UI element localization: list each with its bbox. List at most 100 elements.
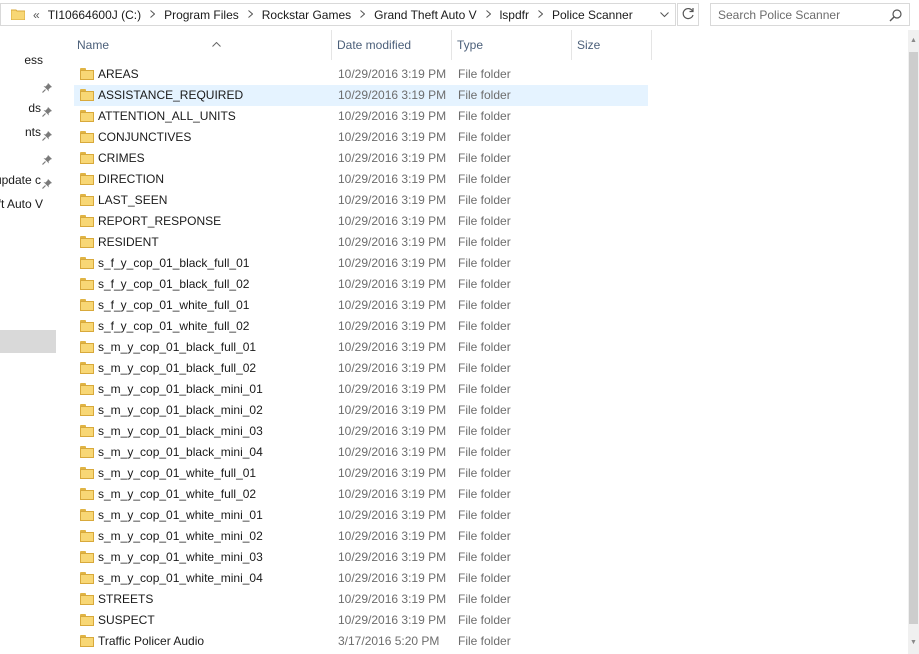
file-name: RESIDENT	[98, 235, 159, 249]
breadcrumb-item[interactable]: TI10664600J (C:)	[48, 8, 141, 22]
column-header-type[interactable]: Type	[452, 30, 572, 60]
search-box[interactable]	[710, 3, 910, 26]
table-row[interactable]: STREETS 10/29/2016 3:19 PM File folder	[74, 589, 648, 610]
nav-item[interactable]	[0, 73, 56, 95]
folder-icon	[80, 635, 94, 647]
chevron-down-icon[interactable]	[653, 4, 675, 25]
table-row[interactable]: s_f_y_cop_01_black_full_02 10/29/2016 3:1…	[74, 274, 648, 295]
breadcrumb-item[interactable]: lspdfr	[500, 8, 529, 22]
table-row[interactable]: s_m_y_cop_01_black_mini_03 10/29/2016 3:1…	[74, 421, 648, 442]
table-row[interactable]: SUSPECT 10/29/2016 3:19 PM File folder	[74, 610, 648, 631]
table-row[interactable]: LAST_SEEN 10/29/2016 3:19 PM File folder	[74, 190, 648, 211]
file-date-modified: 10/29/2016 3:19 PM	[338, 67, 447, 81]
table-row[interactable]: s_m_y_cop_01_white_mini_02 10/29/2016 3:1…	[74, 526, 648, 547]
folder-icon	[80, 68, 94, 80]
file-type: File folder	[458, 340, 511, 354]
pin-icon[interactable]	[42, 78, 53, 93]
column-header-size[interactable]: Size	[572, 30, 652, 60]
folder-icon	[80, 467, 94, 479]
nav-item[interactable]: nts	[0, 121, 56, 143]
table-row[interactable]: s_m_y_cop_01_white_mini_03 10/29/2016 3:1…	[74, 547, 648, 568]
table-row[interactable]: s_m_y_cop_01_black_full_02 10/29/2016 3:1…	[74, 358, 648, 379]
column-header-name[interactable]: Name	[72, 30, 332, 60]
file-name: s_m_y_cop_01_white_mini_03	[98, 550, 263, 564]
navigation-pane[interactable]: ess ds nts update c heft Auto V	[0, 30, 58, 654]
table-row[interactable]: Traffic Policer Audio 3/17/2016 5:20 PM Fi…	[74, 631, 648, 652]
table-row[interactable]: REPORT_RESPONSE 10/29/2016 3:19 PM File fo…	[74, 211, 648, 232]
chevron-right-icon[interactable]	[247, 9, 254, 21]
chevron-right-icon[interactable]	[485, 9, 491, 21]
pin-icon[interactable]	[42, 126, 53, 141]
file-date-modified: 10/29/2016 3:19 PM	[338, 256, 447, 270]
table-row[interactable]: DIRECTION 10/29/2016 3:19 PM File folder	[74, 169, 648, 190]
pin-icon[interactable]	[42, 102, 53, 117]
table-row[interactable]: s_m_y_cop_01_black_full_01 10/29/2016 3:1…	[74, 337, 648, 358]
file-name: s_m_y_cop_01_black_mini_01	[98, 382, 263, 396]
folder-icon	[80, 110, 94, 122]
table-row[interactable]: CRIMES 10/29/2016 3:19 PM File folder	[74, 148, 648, 169]
scroll-down-button[interactable]: ▼	[908, 638, 919, 648]
refresh-button[interactable]	[677, 3, 699, 26]
table-row[interactable]: s_m_y_cop_01_black_mini_02 10/29/2016 3:1…	[74, 400, 648, 421]
file-name: s_f_y_cop_01_black_full_01	[98, 256, 250, 270]
table-row[interactable]: s_m_y_cop_01_white_full_02 10/29/2016 3:1…	[74, 484, 648, 505]
breadcrumb-item[interactable]: Rockstar Games	[262, 8, 351, 22]
file-date-modified: 10/29/2016 3:19 PM	[338, 529, 447, 543]
nav-item[interactable]: ds	[0, 97, 56, 119]
nav-item-label: update c	[0, 173, 41, 187]
scrollbar-thumb[interactable]	[909, 52, 918, 624]
file-name: s_m_y_cop_01_black_mini_02	[98, 403, 263, 417]
table-row[interactable]: s_m_y_cop_01_white_mini_01 10/29/2016 3:1…	[74, 505, 648, 526]
chevron-right-icon[interactable]	[360, 9, 366, 21]
table-row[interactable]: s_m_y_cop_01_black_mini_04 10/29/2016 3:1…	[74, 442, 648, 463]
table-row[interactable]: AREAS 10/29/2016 3:19 PM File folder	[74, 64, 648, 85]
table-row[interactable]: CONJUNCTIVES 10/29/2016 3:19 PM File folde…	[74, 127, 648, 148]
column-header-date[interactable]: Date modified	[332, 30, 452, 60]
nav-item[interactable]	[0, 145, 56, 167]
file-name: ATTENTION_ALL_UNITS	[98, 109, 236, 123]
table-row[interactable]: s_m_y_cop_01_white_mini_04 10/29/2016 3:1…	[74, 568, 648, 589]
file-date-modified: 10/29/2016 3:19 PM	[338, 235, 447, 249]
chevron-right-icon[interactable]	[538, 9, 544, 21]
file-name: s_f_y_cop_01_black_full_02	[98, 277, 250, 291]
file-type: File folder	[458, 256, 511, 270]
folder-icon	[80, 215, 94, 227]
nav-item-label: ds	[28, 101, 41, 115]
search-input[interactable]	[718, 7, 878, 22]
nav-item[interactable]: update c	[0, 169, 56, 191]
column-type-label: Type	[457, 38, 484, 52]
column-header-row: Name Date modified Type Size	[58, 30, 908, 60]
breadcrumb-item[interactable]: Grand Theft Auto V	[374, 8, 477, 22]
file-date-modified: 10/29/2016 3:19 PM	[338, 319, 447, 333]
pin-icon[interactable]	[42, 150, 53, 165]
scroll-up-button[interactable]: ▲	[908, 36, 919, 46]
table-row[interactable]: s_f_y_cop_01_black_full_01 10/29/2016 3:1…	[74, 253, 648, 274]
nav-item[interactable]: heft Auto V	[0, 193, 56, 215]
address-bar[interactable]: « TI10664600J (C:) Program Files Rockstar …	[0, 3, 676, 26]
table-row[interactable]: ATTENTION_ALL_UNITS 10/29/2016 3:19 PM Fil…	[74, 106, 648, 127]
folder-icon	[80, 593, 94, 605]
folder-icon	[80, 551, 94, 563]
table-row[interactable]: s_f_y_cop_01_white_full_02 10/29/2016 3:1…	[74, 316, 648, 337]
file-list[interactable]: Name Date modified Type Size AREAS 10/29/…	[58, 30, 908, 654]
breadcrumb-item[interactable]: Program Files	[164, 8, 239, 22]
file-type: File folder	[458, 466, 511, 480]
table-row[interactable]: s_m_y_cop_01_white_full_01 10/29/2016 3:1…	[74, 463, 648, 484]
file-date-modified: 10/29/2016 3:19 PM	[338, 151, 447, 165]
nav-item[interactable]: ess	[0, 49, 56, 71]
nav-item-label: ess	[24, 53, 43, 67]
folder-icon	[80, 509, 94, 521]
folder-icon	[80, 320, 94, 332]
table-row[interactable]: RESIDENT 10/29/2016 3:19 PM File folder	[74, 232, 648, 253]
vertical-scrollbar[interactable]: ▲ ▼	[908, 30, 919, 654]
breadcrumb-item[interactable]: Police Scanner	[552, 8, 633, 22]
table-row[interactable]: ASSISTANCE_REQUIRED 10/29/2016 3:19 PM Fil…	[74, 85, 648, 106]
pin-icon[interactable]	[42, 174, 53, 189]
file-type: File folder	[458, 172, 511, 186]
nav-selected-item[interactable]	[0, 330, 56, 353]
search-icon[interactable]	[889, 8, 903, 22]
table-row[interactable]: s_m_y_cop_01_black_mini_01 10/29/2016 3:1…	[74, 379, 648, 400]
chevron-right-icon[interactable]	[150, 9, 156, 21]
breadcrumb-overflow[interactable]: «	[33, 8, 40, 22]
table-row[interactable]: s_f_y_cop_01_white_full_01 10/29/2016 3:1…	[74, 295, 648, 316]
